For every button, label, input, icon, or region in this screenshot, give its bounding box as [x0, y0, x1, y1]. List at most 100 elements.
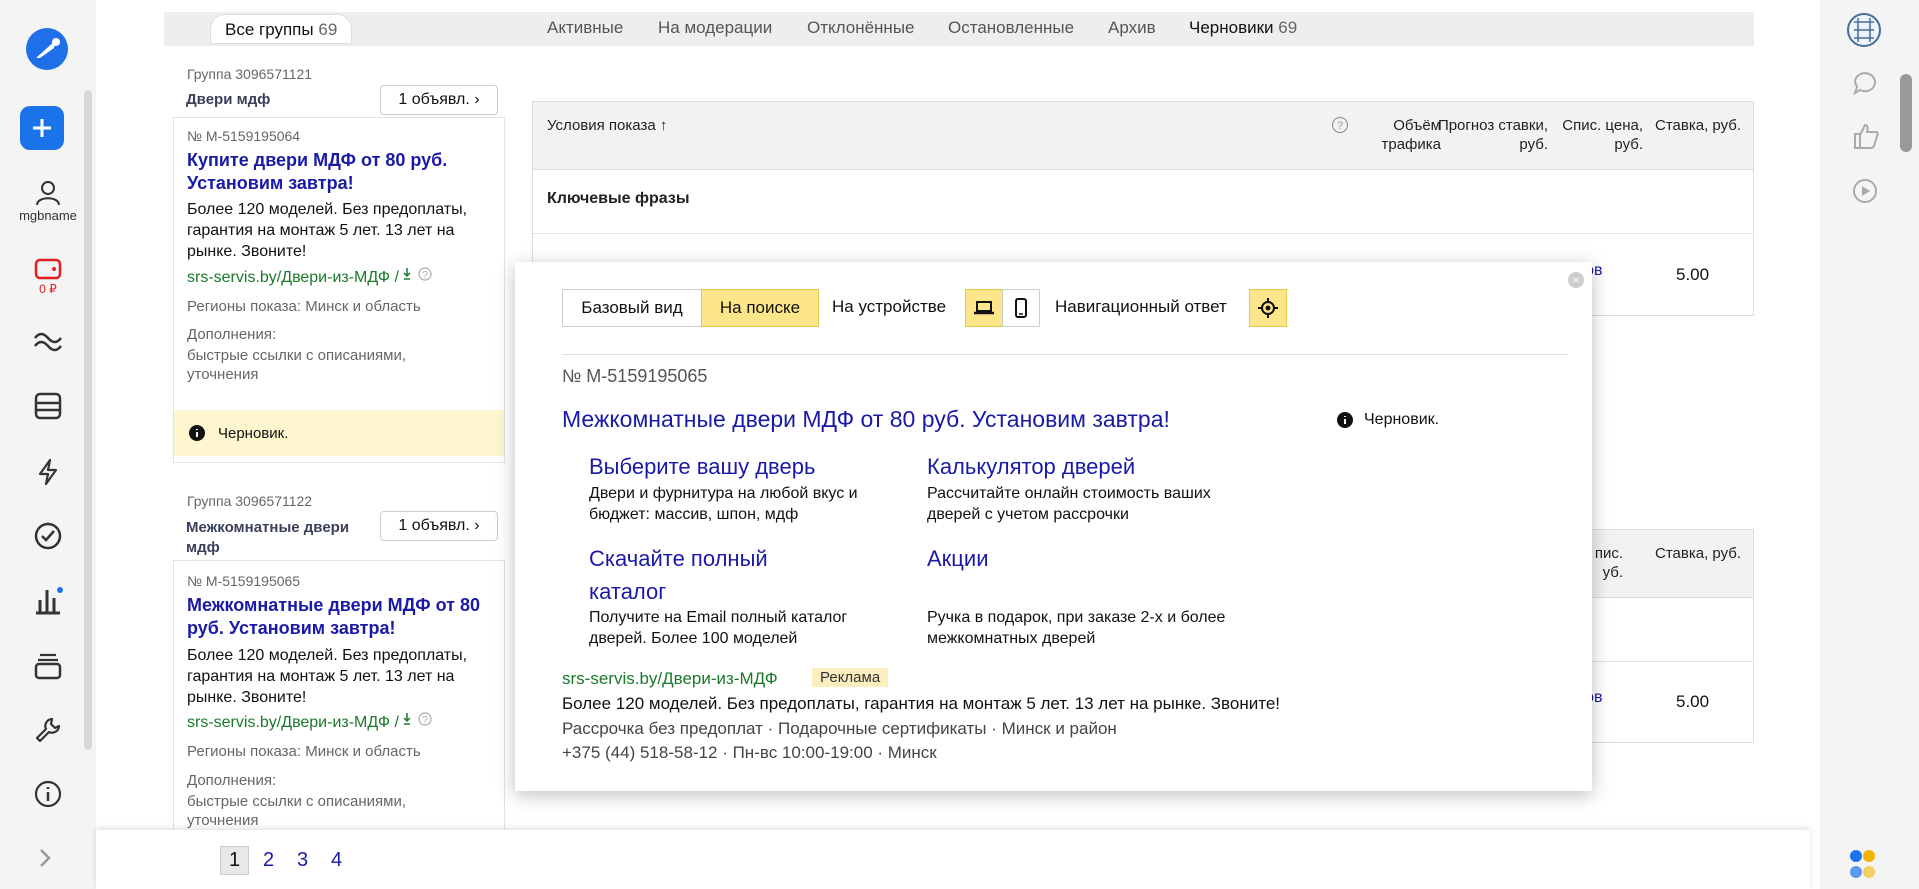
view-search-button[interactable]: На поиске [701, 289, 819, 327]
library-menu[interactable] [0, 652, 96, 680]
preview-status: Черновик. [1336, 411, 1439, 429]
sitelink-title[interactable]: Акции [927, 542, 988, 575]
group-ads-button[interactable]: 1 объявл. › [380, 511, 498, 541]
ad-extras-heading: Дополнения: [187, 772, 277, 789]
svg-text:?: ? [1337, 120, 1343, 132]
col-rate[interactable]: Ставка, руб. [1633, 116, 1741, 135]
chevron-right-icon [40, 849, 51, 867]
device-mobile-button[interactable] [1002, 289, 1040, 327]
tab-active[interactable]: Активные [547, 18, 623, 38]
page-scrollbar[interactable] [1900, 74, 1912, 152]
info-menu[interactable] [0, 780, 96, 808]
preview-ad-title[interactable]: Межкомнатные двери МДФ от 80 руб. Устано… [562, 406, 1170, 433]
group-name[interactable]: Двери мдф [186, 91, 270, 108]
page-1[interactable]: 1 [220, 846, 250, 875]
tools-menu[interactable] [0, 716, 96, 744]
sitelink-desc: Ручка в подарок, при заказе 2-х и более … [927, 609, 1226, 647]
sitelink-title[interactable]: Калькулятор дверей [927, 450, 1135, 483]
col-forecast[interactable]: Прогноз ставки, руб. [1418, 116, 1548, 154]
user-menu[interactable]: mgbname [0, 178, 96, 223]
balance-label: 0 ₽ [39, 282, 57, 296]
stack-icon [34, 392, 62, 420]
group-label: Группа 3096571122 [187, 493, 313, 509]
table-header: Условия показа ↑ ? Объём трафика Прогноз… [533, 102, 1753, 170]
globe-logo-icon [1847, 13, 1881, 47]
ad-url[interactable]: srs-servis.by/Двери-из-МДФ / ? [187, 711, 433, 732]
page-2[interactable]: 2 [263, 849, 274, 872]
tab-archive[interactable]: Архив [1108, 18, 1156, 38]
sitelink-title[interactable]: Выберите вашу дверь [589, 450, 815, 483]
wallet-menu[interactable]: 0 ₽ [0, 256, 96, 296]
ad-url-text: srs-servis.by/Двери-из-МДФ / [187, 714, 399, 731]
ad-url[interactable]: srs-servis.by/Двери-из-МДФ / ? [187, 266, 433, 287]
widgets-button[interactable] [1848, 848, 1878, 885]
preview-url[interactable]: srs-servis.by/Двери-из-МДФ [562, 669, 778, 689]
preview-ad-number: № M-5159195065 [562, 366, 708, 386]
tab-stopped[interactable]: Остановленные [948, 18, 1074, 38]
nav-answer-toggle[interactable] [1249, 289, 1287, 327]
col-conditions[interactable]: Условия показа ↑ [547, 116, 667, 135]
ad-text: Более 120 моделей. Без предоплаты, гаран… [187, 647, 468, 706]
rate-value[interactable]: 5.00 [1676, 692, 1709, 712]
chat-button[interactable] [1852, 70, 1878, 101]
lightning-icon [38, 458, 58, 486]
ad-title[interactable]: Купите двери МДФ от 80 руб. Установим за… [187, 149, 487, 195]
info-filled-icon [1337, 412, 1353, 428]
close-icon[interactable]: × [1568, 272, 1584, 288]
svg-text:?: ? [423, 715, 429, 726]
download-help-icon: ? [403, 712, 432, 726]
col-rate[interactable]: Ставка, руб. [1633, 544, 1741, 563]
tab-moderation[interactable]: На модерации [658, 18, 772, 38]
ad-number: № M-5159195064 [187, 128, 301, 144]
device-desktop-button[interactable] [965, 289, 1003, 327]
section-keywords: Ключевые фразы [533, 170, 1753, 234]
logo-icon[interactable] [26, 28, 68, 70]
video-button[interactable] [1852, 178, 1878, 209]
ad-extras-text: быстрые ссылки с описаниями, уточнения [187, 793, 407, 829]
like-button[interactable] [1852, 122, 1880, 155]
wallet-icon [34, 258, 62, 280]
device-label: На устройстве [832, 297, 947, 316]
tab-drafts[interactable]: Черновики 69 [1189, 18, 1297, 38]
ad-badge: Реклама [812, 668, 889, 687]
ad-title[interactable]: Межкомнатные двери МДФ от 80 руб. Устано… [187, 594, 487, 640]
tab-rejected[interactable]: Отклонённые [807, 18, 915, 38]
sitelink-title[interactable]: Скачайте полный каталог [589, 542, 839, 608]
laptop-icon [974, 301, 994, 315]
campaigns-menu[interactable] [0, 392, 96, 420]
col-volume-help-icon[interactable]: ? [1331, 116, 1349, 139]
ad-text: Более 120 моделей. Без предоплаты, гаран… [187, 201, 468, 260]
add-button[interactable] [20, 106, 64, 150]
wrench-icon [35, 717, 61, 743]
download-help-icon: ? [403, 267, 432, 281]
ad-url-text: srs-servis.by/Двери-из-МДФ / [187, 269, 399, 286]
page-3[interactable]: 3 [297, 849, 308, 872]
group-name[interactable]: Межкомнатные двери мдф [186, 518, 356, 558]
sitelink-desc: Получите на Email полный каталог дверей.… [589, 609, 848, 647]
tab-all-label: Все группы [225, 20, 314, 39]
widgets-icon [1850, 850, 1875, 878]
play-circle-icon [1853, 179, 1877, 203]
ad-regions: Регионы показа: Минск и область [187, 743, 421, 760]
target-icon [1258, 298, 1278, 318]
lightning-menu[interactable] [0, 458, 96, 486]
preview-callouts: Рассрочка без предоплат · Подарочные сер… [562, 719, 1117, 738]
app-avatar[interactable] [1846, 12, 1882, 53]
col-list-price[interactable]: Спис. цена, руб. [1553, 116, 1643, 154]
group-ads-button[interactable]: 1 объявл. › [380, 85, 498, 115]
pagination-bar [96, 830, 1810, 889]
expand-nav-button[interactable] [38, 848, 52, 873]
user-icon [36, 181, 60, 206]
ad-extras-text: быстрые ссылки с описаниями, уточнения [187, 347, 407, 383]
chat-icon [1853, 72, 1876, 96]
page-4[interactable]: 4 [331, 849, 342, 872]
nav-answer-label: Навигационный ответ [1055, 297, 1227, 316]
tab-all-groups[interactable]: Все группы 69 [210, 14, 353, 44]
wave-menu[interactable] [0, 328, 96, 354]
view-base-button[interactable]: Базовый вид [562, 289, 702, 327]
group-label: Группа 3096571121 [187, 66, 313, 82]
tasks-menu[interactable] [0, 522, 96, 550]
stats-menu[interactable] [0, 586, 96, 616]
rate-value[interactable]: 5.00 [1676, 265, 1709, 285]
check-circle-icon [34, 522, 62, 550]
